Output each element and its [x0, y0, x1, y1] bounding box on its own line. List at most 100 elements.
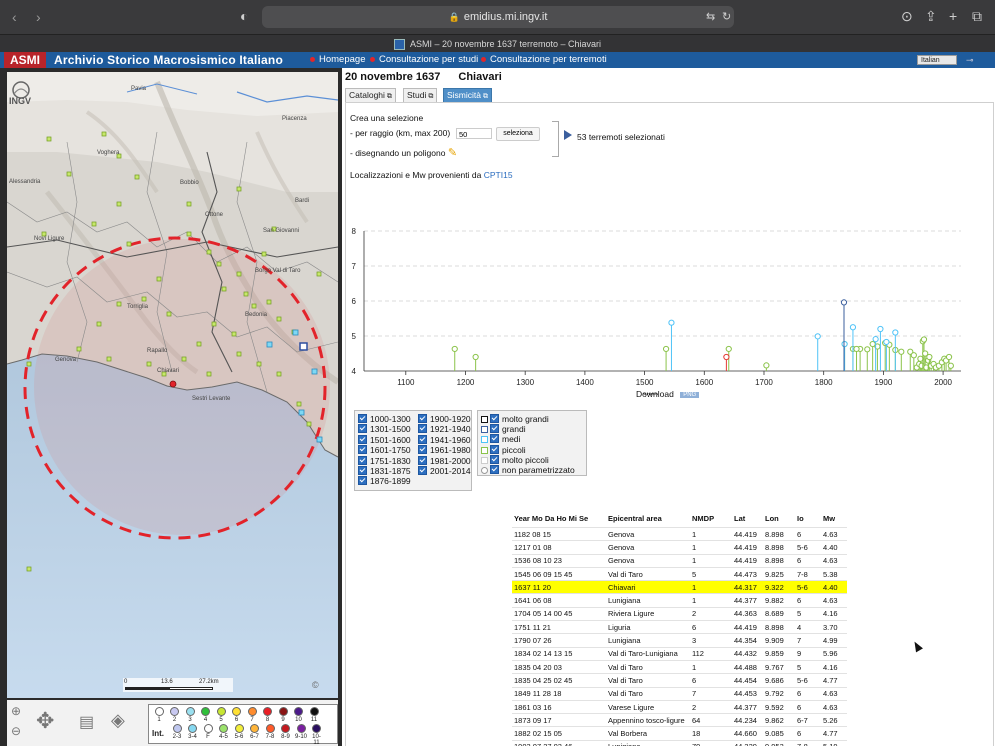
- new-tab-icon[interactable]: +: [949, 9, 957, 23]
- back-icon[interactable]: ‹: [12, 10, 24, 24]
- table-row[interactable]: 1835 04 20 03 Val di Taro 1 44.488 9.767 5 4.1…: [512, 659, 847, 674]
- radius-input[interactable]: 50: [456, 128, 492, 139]
- url-text: emidius.mi.ingv.it: [463, 11, 548, 23]
- size-checkbox[interactable]: non parametrizzato: [481, 465, 575, 475]
- table-cell: 4.40: [821, 580, 847, 594]
- browser-tab[interactable]: ASMI – 20 novembre 1637 terremoto – Chia…: [0, 34, 995, 53]
- period-checkbox[interactable]: 1900-1920: [418, 414, 471, 424]
- table-row[interactable]: 1217 01 08 Genova 1 44.419 8.898 5-6 4.40: [512, 540, 847, 555]
- address-bar[interactable]: 🔒 emidius.mi.ingv.it: [262, 6, 734, 28]
- y-tick-label: 7: [352, 262, 357, 271]
- table-header[interactable]: Io: [795, 510, 821, 528]
- table-row[interactable]: 1873 09 17 Appennino tosco-ligure 64 44.234…: [512, 713, 847, 727]
- print-icon[interactable]: ▤: [79, 712, 94, 732]
- zoom-in-icon[interactable]: ⊕: [11, 704, 21, 718]
- size-checkbox[interactable]: medi: [481, 434, 520, 444]
- table-cell: 8.898: [763, 540, 795, 555]
- table-row[interactable]: 1751 11 21 Liguria 6 44.419 8.898 4 3.70: [512, 620, 847, 634]
- table-header[interactable]: NMDP: [690, 510, 732, 528]
- period-checkbox[interactable]: 1831-1875: [358, 466, 411, 476]
- table-row[interactable]: 1903 07 27 03 46Lunigiana7944.3299.9537-…: [512, 739, 847, 746]
- table-row[interactable]: 1182 08 15 Genova 1 44.419 8.898 6 4.63: [512, 526, 847, 541]
- period-checkbox[interactable]: 1941-1960: [418, 434, 471, 445]
- y-tick-label: 6: [352, 297, 357, 306]
- tab-sismicita[interactable]: Sismicità ⧉: [443, 88, 493, 103]
- period-checkbox[interactable]: 1981-2000: [418, 455, 471, 466]
- toggle-icon[interactable]: ⊸: [966, 55, 974, 66]
- table-row[interactable]: 1641 06 08 Lunigiana 1 44.377 9.882 6 4.63: [512, 593, 847, 608]
- share-icon[interactable]: ⇪: [925, 9, 937, 23]
- cpti15-link[interactable]: CPTI15: [484, 170, 513, 180]
- png-button[interactable]: PNG: [680, 392, 700, 398]
- radius-label: - per raggio (km, max 200): [350, 128, 451, 138]
- external-link-icon: ⧉: [386, 93, 392, 100]
- map[interactable]: INGV Pavia Voghera Alessandria Novi Ligu…: [7, 72, 338, 698]
- period-checkbox[interactable]: 1921-1940: [418, 424, 471, 434]
- table-row[interactable]: 1835 04 25 02 45 Val di Taro 6 44.454 9.686 5…: [512, 673, 847, 688]
- period-checkbox[interactable]: 1301-1500: [358, 424, 411, 434]
- map-label: Piacenza: [282, 116, 307, 122]
- table-row[interactable]: 1849 11 28 18 Val di Taro 7 44.453 9.792 6 4.6…: [512, 686, 847, 701]
- period-checkbox[interactable]: 1601-1750: [358, 445, 411, 455]
- table-cell: 44.377: [732, 593, 763, 608]
- select-button[interactable]: seleziona: [496, 127, 540, 141]
- download-icon[interactable]: ⊙: [901, 9, 913, 23]
- map-canvas[interactable]: [7, 72, 338, 698]
- play-icon[interactable]: [564, 130, 572, 140]
- table-row[interactable]: 1704 05 14 00 45 Riviera Ligure 2 44.363 8.6…: [512, 606, 847, 621]
- table-cell: 44.354: [732, 633, 763, 648]
- x-tick-label: 1800: [815, 378, 833, 387]
- period-checkbox[interactable]: 1876-1899: [358, 476, 411, 486]
- table-row[interactable]: 1637 11 20 Chiavari 1 44.317 9.322 5-6 4.40: [512, 580, 847, 594]
- size-checkbox[interactable]: piccoli: [481, 444, 526, 455]
- polygon-label[interactable]: - disegnando un poligono ✎: [350, 146, 457, 159]
- table-row[interactable]: 1790 07 26 Lunigiana 3 44.354 9.909 7 4.99: [512, 633, 847, 648]
- size-checkbox[interactable]: grandi: [481, 424, 526, 434]
- data-point: [849, 324, 857, 331]
- x-tick-label: 1900: [874, 378, 892, 387]
- table-header[interactable]: Lat: [732, 510, 763, 528]
- table-cell: 1834 02 14 13 15: [512, 646, 606, 661]
- table-row[interactable]: 1861 03 16 Varese Ligure 2 44.377 9.592 6 4.63: [512, 699, 847, 714]
- map-attribution-icon[interactable]: ©: [312, 680, 319, 690]
- language-select[interactable]: Italian: [917, 55, 957, 65]
- table-header[interactable]: Year Mo Da Ho Mi Se: [512, 510, 606, 528]
- tab-studi[interactable]: Studi ⧉: [403, 88, 438, 103]
- table-cell: 1: [690, 593, 732, 608]
- table-cell: 44.660: [732, 726, 763, 741]
- table-cell: 9.862: [763, 713, 795, 727]
- period-checkbox[interactable]: 2001-2014: [418, 466, 471, 476]
- forward-icon[interactable]: ›: [36, 10, 48, 24]
- nav-terremoti[interactable]: Consultazione per terremoti: [481, 52, 607, 68]
- tabs-overview-icon[interactable]: ⧉: [972, 9, 982, 23]
- reload-icon[interactable]: ↻: [722, 10, 731, 24]
- size-checkbox[interactable]: molto grandi: [481, 414, 549, 424]
- zoom-out-icon[interactable]: ⊖: [11, 724, 21, 738]
- period-checkbox[interactable]: 1751-1830: [358, 455, 411, 466]
- table-cell: 1545 06 09 15 45: [512, 566, 606, 581]
- layers-icon[interactable]: ◈: [111, 710, 125, 731]
- table-cell: 44.419: [732, 526, 763, 541]
- table-row[interactable]: 1882 02 15 05 Val Borbera 18 44.660 9.085 6 4.…: [512, 726, 847, 741]
- table-header[interactable]: Lon: [763, 510, 795, 528]
- period-checkbox[interactable]: 1000-1300: [358, 414, 411, 424]
- nav-homepage[interactable]: Homepage: [310, 52, 365, 68]
- table-header[interactable]: Mw: [821, 510, 847, 528]
- table-row[interactable]: 1536 08 10 23 Genova 1 44.419 8.898 6 4.63: [512, 553, 847, 568]
- magnitude-chart: 4 5 6 7 8 1100 1200 1300 1400 1500 1600 1700 1800 190…: [346, 225, 993, 399]
- table-row[interactable]: 1834 02 14 13 15 Val di Taro-Lunigiana 112…: [512, 646, 847, 661]
- shield-icon[interactable]: ◐: [240, 9, 248, 23]
- table-cell: 8.898: [763, 553, 795, 568]
- size-checkbox[interactable]: molto piccoli: [481, 454, 549, 465]
- tab-cataloghi[interactable]: Cataloghi ⧉: [345, 88, 396, 103]
- table-header[interactable]: Epicentral area: [606, 510, 690, 528]
- external-link-icon: ⧉: [428, 93, 434, 100]
- asmi-logo[interactable]: ASMI: [4, 52, 46, 68]
- period-checkbox[interactable]: 1961-1980: [418, 445, 471, 455]
- period-checkbox[interactable]: 1501-1600: [358, 434, 411, 445]
- pan-icon[interactable]: ✥: [36, 708, 54, 734]
- nav-studi[interactable]: Consultazione per studi: [370, 52, 478, 68]
- translate-icon[interactable]: ⇆: [706, 10, 715, 24]
- data-point: [898, 348, 905, 355]
- table-row[interactable]: 1545 06 09 15 45 Val di Taro 5 44.473 9.825 7…: [512, 566, 847, 581]
